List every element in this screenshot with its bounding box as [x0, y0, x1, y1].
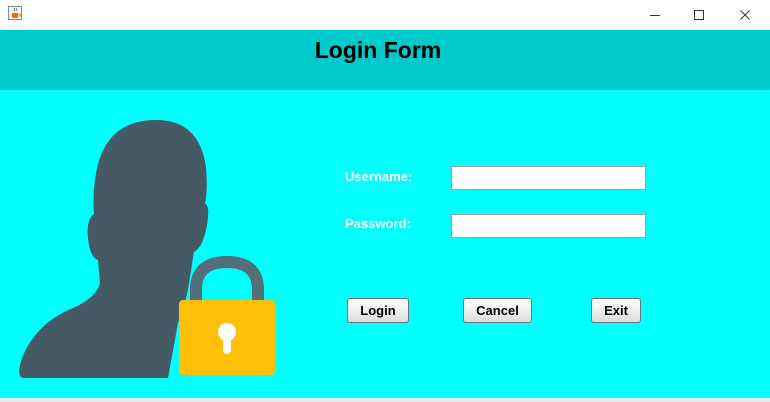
close-icon — [740, 10, 750, 20]
user-lock-icon — [19, 120, 275, 378]
cancel-button[interactable]: Cancel — [463, 298, 532, 323]
minimize-icon — [650, 15, 660, 16]
password-label: Password: — [345, 216, 411, 231]
maximize-icon — [694, 10, 704, 20]
username-label: Username: — [345, 169, 413, 184]
close-button[interactable] — [722, 0, 768, 30]
login-button[interactable]: Login — [347, 298, 409, 323]
username-input[interactable] — [451, 166, 646, 190]
exit-button[interactable]: Exit — [591, 298, 641, 323]
java-app-icon — [8, 6, 22, 20]
maximize-button[interactable] — [676, 0, 722, 30]
page-title: Login Form — [314, 37, 442, 63]
window-bottom-edge — [0, 398, 770, 402]
minimize-button[interactable] — [632, 0, 678, 30]
title-bar — [0, 0, 770, 30]
password-input[interactable] — [451, 214, 646, 238]
